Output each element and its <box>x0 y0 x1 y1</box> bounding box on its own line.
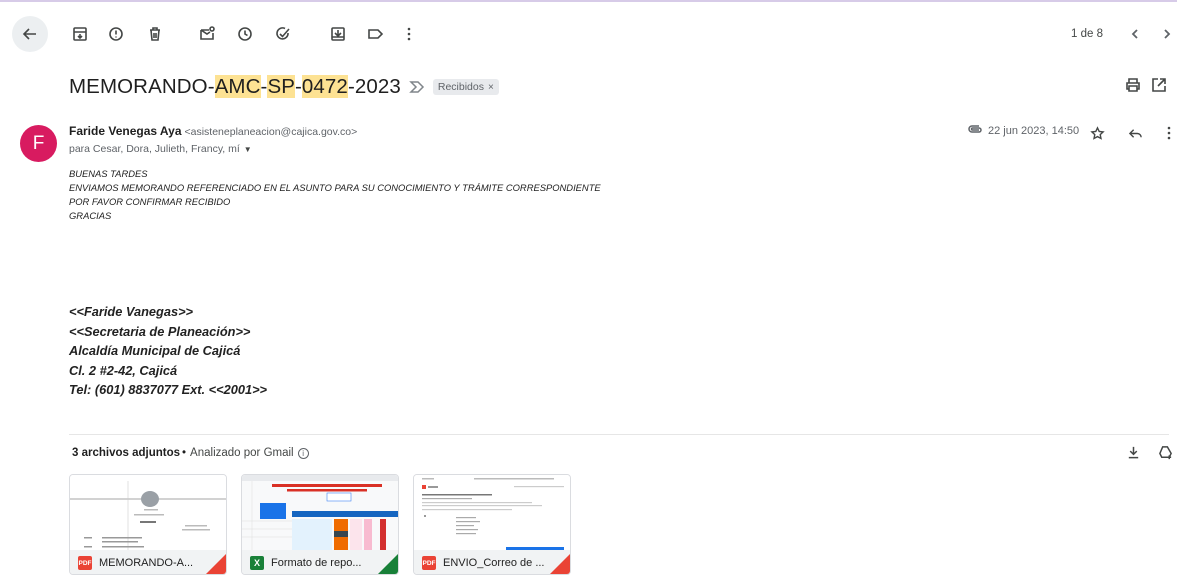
signature-line: <<Secretaria de Planeación>> <box>69 323 251 339</box>
remove-label-icon[interactable]: × <box>488 82 494 93</box>
attachment-card[interactable]: PDF MEMORANDO-A... <box>69 474 227 575</box>
info-icon[interactable]: i <box>297 447 309 459</box>
pager-count: 1 de 8 <box>1071 28 1103 40</box>
body-line: POR FAVOR CONFIRMAR RECIBIDO <box>69 196 231 207</box>
email-date: 22 jun 2023, 14:50 <box>988 124 1080 137</box>
attachment-thumbnail <box>70 475 226 550</box>
subject-part: MEMORANDO- <box>69 75 215 98</box>
recipients-line[interactable]: para Cesar, Dora, Julieth, Francy, mí ▼ <box>69 143 252 155</box>
back-button[interactable] <box>12 16 48 52</box>
arrow-left-icon <box>22 28 36 40</box>
body-line: BUENAS TARDES <box>69 168 148 179</box>
sender-avatar[interactable]: F <box>20 125 57 162</box>
star-button[interactable] <box>1088 124 1106 142</box>
attachment-icon <box>967 124 983 137</box>
attachment-thumbnail <box>414 475 570 550</box>
importance-marker-icon[interactable] <box>409 80 425 94</box>
more-vert-icon <box>407 27 411 41</box>
subject-part: -2023 <box>347 75 401 98</box>
subject-part: - <box>294 75 302 98</box>
recipients-text: para Cesar, Dora, Julieth, Francy, mí <box>69 143 240 155</box>
add-task-button[interactable] <box>267 18 299 50</box>
attachments-divider <box>69 434 1169 435</box>
email-subject: MEMORANDO-AMC-SP-0472-2023 <box>69 75 401 99</box>
label-chip-text: Recibidos <box>437 81 484 93</box>
attachment-card[interactable]: PDF ENVIO_Correo de ... <box>413 474 571 575</box>
chevron-right-icon <box>1164 29 1171 39</box>
download-all-button[interactable] <box>1126 445 1142 461</box>
subject-highlight: AMC <box>214 75 261 98</box>
toolbar: 1 de 8 <box>0 14 1177 54</box>
caret-down-icon[interactable]: ▼ <box>244 145 252 154</box>
report-spam-button[interactable] <box>100 18 132 50</box>
body-line: ENVIAMOS MEMORANDO REFERENCIADO EN EL AS… <box>69 182 601 193</box>
attachments-separator: • <box>182 447 187 459</box>
sender-line: Faride Venegas Aya <asisteneplaneacion@ca… <box>69 124 357 138</box>
pdf-icon: PDF <box>78 556 92 570</box>
subject-highlight: SP <box>267 75 295 98</box>
email-body: BUENAS TARDES ENVIAMOS MEMORANDO REFEREN… <box>69 167 601 223</box>
scanned-by-gmail: Analizado por Gmail <box>190 447 294 459</box>
attachment-footer: X Formato de repo... <box>242 550 398 574</box>
label-chip-inbox[interactable]: Recibidos × <box>432 79 499 95</box>
date-area: 22 jun 2023, 14:50 <box>967 124 1079 137</box>
newer-button[interactable] <box>1123 22 1147 46</box>
signature-line: Tel: (601) 8837077 Ext. <<2001>> <box>69 382 268 397</box>
pdf-icon: PDF <box>422 556 436 570</box>
file-type-corner <box>378 554 398 574</box>
mark-unread-button[interactable] <box>191 18 223 50</box>
sender-email: <asisteneplaneacion@cajica.gov.co> <box>184 126 358 138</box>
download-icon <box>1128 446 1139 459</box>
more-options-button[interactable] <box>393 18 425 50</box>
drive-add-icon <box>1159 446 1172 460</box>
snooze-button[interactable] <box>229 18 261 50</box>
older-button[interactable] <box>1155 22 1177 46</box>
open-in-new-icon <box>1152 78 1166 92</box>
signature-line: <<Faride Vanegas>> <box>69 304 194 319</box>
add-task-icon <box>276 27 290 40</box>
attachment-name: Formato de repo... <box>271 557 362 569</box>
spam-icon <box>109 27 123 41</box>
attachments-count: 3 archivos adjuntos <box>72 447 181 459</box>
sender-name[interactable]: Faride Venegas Aya <box>69 124 182 138</box>
chevron-left-icon <box>1131 29 1138 39</box>
attachment-footer: PDF ENVIO_Correo de ... <box>414 550 570 574</box>
file-type-corner <box>206 554 226 574</box>
trash-icon <box>150 27 160 41</box>
labels-button[interactable] <box>359 18 391 50</box>
reply-icon <box>1128 128 1142 138</box>
archive-icon <box>73 27 87 41</box>
more-vert-icon <box>1167 126 1171 140</box>
sheet-icon: X <box>250 556 264 570</box>
print-button[interactable] <box>1125 77 1143 95</box>
move-to-button[interactable] <box>322 18 354 50</box>
delete-button[interactable] <box>139 18 171 50</box>
signature-line: Cl. 2 #2-42, Cajicá <box>69 362 178 378</box>
subject-highlight: 0472 <box>301 75 348 98</box>
email-signature: <<Faride Vanegas>> <<Secretaria de Plane… <box>69 302 267 400</box>
top-border <box>0 0 1177 2</box>
attachment-name: MEMORANDO-A... <box>99 557 194 569</box>
attachment-footer: PDF MEMORANDO-A... <box>70 550 226 574</box>
attachment-card[interactable]: X Formato de repo... <box>241 474 399 575</box>
move-to-icon <box>331 27 345 41</box>
open-new-window-button[interactable] <box>1151 77 1169 95</box>
attachments-header: 3 archivos adjuntos • Analizado por Gmai… <box>72 447 309 459</box>
file-type-corner <box>550 554 570 574</box>
subject-row: MEMORANDO-AMC-SP-0472-2023 Recibidos × <box>69 72 499 102</box>
add-to-drive-button[interactable] <box>1158 445 1174 461</box>
signature-line: Alcaldía Municipal de Cajicá <box>69 343 241 358</box>
body-line: GRACIAS <box>69 210 112 221</box>
attachment-name: ENVIO_Correo de ... <box>443 557 545 569</box>
label-icon <box>368 29 384 39</box>
reply-button[interactable] <box>1126 124 1144 142</box>
attachment-thumbnail <box>242 475 398 550</box>
print-icon <box>1126 78 1140 92</box>
archive-button[interactable] <box>64 18 96 50</box>
message-more-button[interactable] <box>1160 124 1177 142</box>
clock-icon <box>238 27 252 41</box>
mark-unread-icon <box>200 26 215 40</box>
star-icon <box>1089 125 1105 140</box>
